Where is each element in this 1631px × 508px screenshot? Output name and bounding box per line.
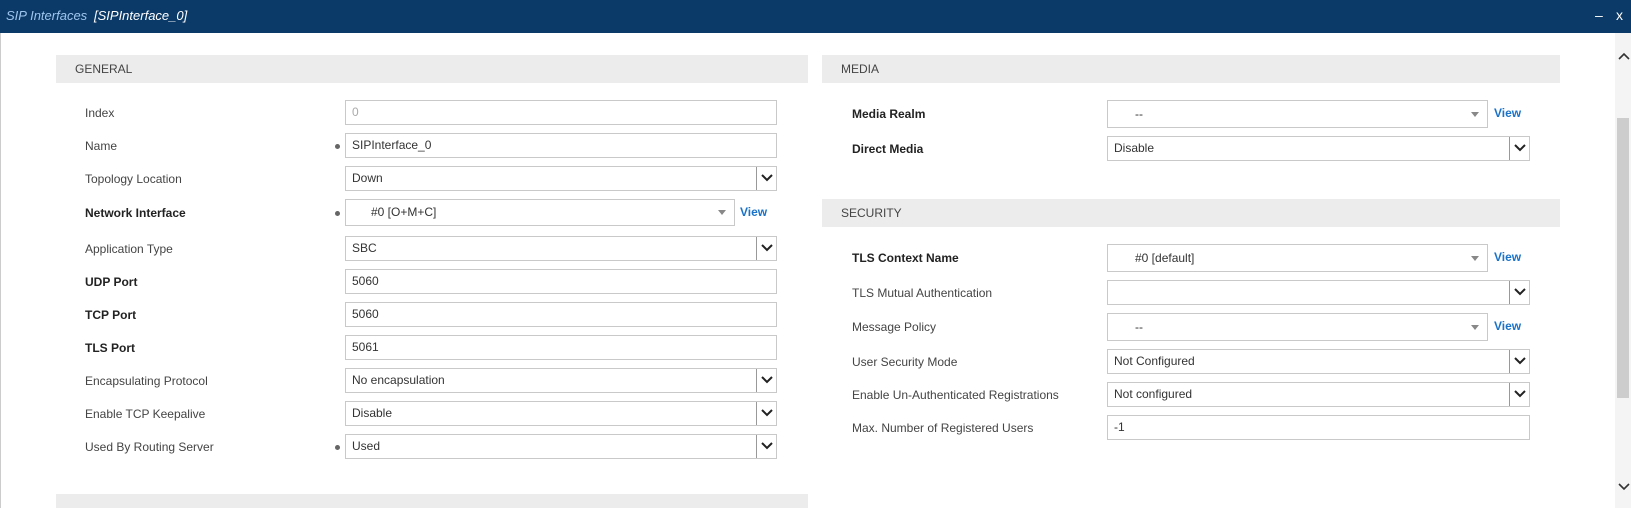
unauth-reg-select[interactable]: Not configured — [1107, 382, 1530, 407]
next-section-heading — [56, 494, 808, 508]
required-dot — [335, 211, 340, 216]
scrollbar-thumb[interactable] — [1617, 118, 1629, 398]
tls-context-label: TLS Context Name — [852, 251, 959, 265]
direct-media-value: Disable — [1114, 141, 1155, 155]
dialog-titlebar: SIP Interfaces [SIPInterface_0] – x — [0, 0, 1631, 33]
tls-mutual-label: TLS Mutual Authentication — [852, 286, 993, 300]
application-type-select[interactable]: SBC — [345, 236, 777, 261]
chevron-down-icon[interactable] — [756, 402, 776, 425]
routing-server-label: Used By Routing Server — [85, 440, 214, 454]
chevron-down-icon[interactable] — [1509, 350, 1529, 373]
routing-server-value: Used — [352, 439, 381, 453]
name-label: Name — [85, 139, 118, 153]
dialog-title: [SIPInterface_0] — [94, 8, 188, 23]
user-security-select[interactable]: Not Configured — [1107, 349, 1530, 374]
required-dot — [335, 144, 340, 149]
encapsulating-label: Encapsulating Protocol — [85, 374, 208, 388]
section-general-heading: GENERAL — [56, 55, 808, 83]
message-policy-dropdown[interactable]: -- — [1107, 313, 1488, 341]
tls-port-input[interactable]: 5061 — [345, 335, 777, 360]
encapsulating-select[interactable]: No encapsulation — [345, 368, 777, 393]
chevron-down-icon[interactable] — [1618, 480, 1630, 491]
tls-context-value: #0 [default] — [1135, 251, 1195, 265]
user-security-value: Not Configured — [1114, 354, 1195, 368]
close-button[interactable]: x — [1616, 7, 1623, 23]
chevron-down-icon[interactable] — [1509, 281, 1529, 304]
tls-port-label: TLS Port — [85, 341, 135, 355]
index-label: Index — [85, 106, 115, 120]
unauth-reg-value: Not configured — [1114, 387, 1193, 401]
udp-port-input[interactable]: 5060 — [345, 269, 777, 294]
chevron-down-icon[interactable] — [756, 435, 776, 458]
topology-select[interactable]: Down — [345, 166, 777, 191]
index-field: 0 — [345, 100, 777, 125]
keepalive-value: Disable — [352, 406, 393, 420]
tcp-port-label: TCP Port — [85, 308, 137, 322]
network-interface-dropdown[interactable]: #0 [O+M+C] — [345, 199, 735, 226]
network-interface-value: #0 [O+M+C] — [371, 205, 437, 219]
tls-mutual-select[interactable] — [1107, 280, 1530, 305]
encapsulating-value: No encapsulation — [352, 373, 445, 387]
chevron-down-icon[interactable] — [1509, 383, 1529, 406]
unauth-reg-label: Enable Un-Authenticated Registrations — [852, 388, 1059, 402]
direct-media-label: Direct Media — [852, 142, 924, 156]
caret-down-icon — [1471, 112, 1479, 117]
message-policy-view-link[interactable]: View — [1494, 319, 1521, 333]
application-type-label: Application Type — [85, 242, 173, 256]
topology-label: Topology Location — [85, 172, 182, 186]
max-users-label: Max. Number of Registered Users — [852, 421, 1034, 435]
minimize-button[interactable]: – — [1595, 7, 1603, 23]
chevron-down-icon[interactable] — [756, 237, 776, 260]
media-realm-label: Media Realm — [852, 107, 926, 121]
required-dot — [335, 445, 340, 450]
topology-value: Down — [352, 171, 383, 185]
direct-media-select[interactable]: Disable — [1107, 136, 1530, 161]
media-realm-view-link[interactable]: View — [1494, 106, 1521, 120]
message-policy-value: -- — [1135, 320, 1143, 334]
routing-server-select[interactable]: Used — [345, 434, 777, 459]
chevron-down-icon[interactable] — [1509, 137, 1529, 160]
tls-context-view-link[interactable]: View — [1494, 250, 1521, 264]
caret-down-icon — [1471, 256, 1479, 261]
breadcrumb-path[interactable]: SIP Interfaces — [6, 8, 87, 23]
user-security-label: User Security Mode — [852, 355, 958, 369]
name-input[interactable]: SIPInterface_0 — [345, 133, 777, 158]
media-realm-value: -- — [1135, 107, 1143, 121]
section-media-heading: MEDIA — [822, 55, 1560, 83]
vertical-scrollbar[interactable] — [1615, 33, 1631, 508]
network-interface-view-link[interactable]: View — [740, 205, 767, 219]
keepalive-label: Enable TCP Keepalive — [85, 407, 206, 421]
section-security-heading: SECURITY — [822, 199, 1560, 227]
message-policy-label: Message Policy — [852, 320, 937, 334]
caret-down-icon — [1471, 325, 1479, 330]
max-users-input[interactable]: -1 — [1107, 415, 1530, 440]
chevron-down-icon[interactable] — [756, 369, 776, 392]
network-interface-label: Network Interface — [85, 206, 186, 220]
tls-context-dropdown[interactable]: #0 [default] — [1107, 244, 1488, 272]
media-realm-dropdown[interactable]: -- — [1107, 100, 1488, 128]
keepalive-select[interactable]: Disable — [345, 401, 777, 426]
udp-port-label: UDP Port — [85, 275, 138, 289]
application-type-value: SBC — [352, 241, 377, 255]
chevron-down-icon[interactable] — [756, 167, 776, 190]
caret-down-icon — [718, 210, 726, 215]
tcp-port-input[interactable]: 5060 — [345, 302, 777, 327]
chevron-up-icon[interactable] — [1618, 49, 1630, 60]
